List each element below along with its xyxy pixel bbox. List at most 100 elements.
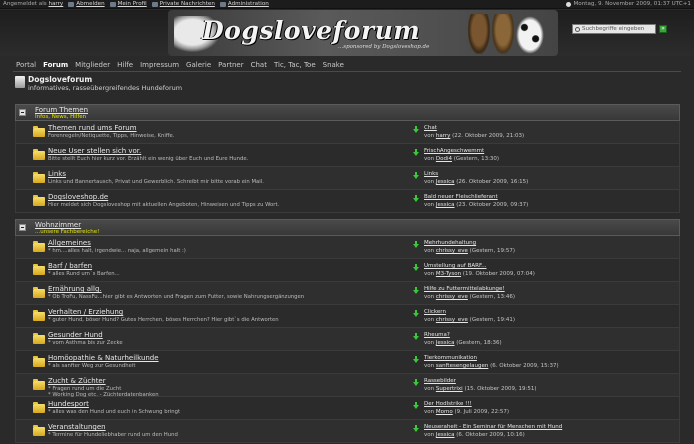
last-post-user-link[interactable]: chrissy_eve: [436, 294, 468, 300]
messages-link[interactable]: Private Nachrichten: [151, 1, 215, 7]
last-post-user-link[interactable]: harry: [436, 133, 451, 139]
nav-tab-tic-tac-toe[interactable]: Tic, Tac, Toe: [271, 59, 319, 71]
last-thread-link[interactable]: Tierkommunikation: [424, 355, 477, 361]
board-link[interactable]: Gesunder Hund: [48, 331, 103, 339]
last-post-date: (9. Juli 2009, 22:57): [452, 409, 509, 415]
admin-link[interactable]: Administration: [219, 1, 269, 7]
last-post-user-link[interactable]: Jessica: [436, 179, 455, 185]
last-thread-link[interactable]: Chat: [424, 125, 437, 131]
logged-in-prefix: Angemeldet als: [3, 1, 47, 7]
folder-icon: [33, 195, 45, 206]
username-link[interactable]: harry: [48, 1, 63, 7]
last-post-user-link[interactable]: sanftesengelaugen: [436, 363, 488, 369]
last-thread-link[interactable]: Rheuma?: [424, 332, 450, 338]
logout-link[interactable]: Abmelden: [68, 1, 105, 7]
last-post-user-link[interactable]: Jessica: [436, 340, 455, 346]
last-thread-link[interactable]: Neuseraheit - Ein Seminar für Menschen m…: [424, 424, 562, 430]
go-to-last-post-icon[interactable]: [413, 356, 419, 363]
last-post-date: (Gestern, 13:46): [467, 294, 516, 300]
by-label: von: [424, 317, 436, 323]
board-link[interactable]: Neue User stellen sich vor.: [48, 147, 141, 155]
forum-banner[interactable]: Dogsloveforum ...sponsored by Dogslovesh…: [168, 10, 558, 56]
last-post-user-link[interactable]: Dodi4: [436, 156, 452, 162]
board-link[interactable]: Ernährung allg.: [48, 285, 102, 293]
by-label: von: [424, 179, 436, 185]
collapse-icon[interactable]: [19, 224, 26, 231]
go-to-last-post-icon[interactable]: [413, 425, 419, 432]
last-thread-link[interactable]: Links: [424, 171, 438, 177]
last-thread-link[interactable]: Umstellung auf BARF...: [424, 263, 486, 269]
go-to-last-post-icon[interactable]: [413, 126, 419, 133]
board-row: Gesunder Hund * vom Asthma bis zur Zecke R…: [15, 328, 680, 351]
board-link[interactable]: Barf / barfen: [48, 262, 92, 270]
nav-tab-chat[interactable]: Chat: [248, 59, 270, 71]
last-thread-link[interactable]: Hilfe zu Futtermittelabkunge!: [424, 286, 505, 292]
category-description: Infos, News, Hilfen: [35, 114, 87, 120]
board-link[interactable]: Homöopathie & Naturheilkunde: [48, 354, 159, 362]
last-thread-link[interactable]: Mehrhundehaltung: [424, 240, 476, 246]
board-link[interactable]: Zucht & Züchter: [48, 377, 106, 385]
by-label: von: [424, 340, 436, 346]
last-post-user-link[interactable]: chrissy_eve: [436, 317, 468, 323]
board-link[interactable]: Veranstaltungen: [48, 423, 106, 431]
board-link[interactable]: Themen rund ums Forum: [48, 124, 137, 132]
nav-tab-forum[interactable]: Forum: [40, 59, 71, 71]
mail-icon: [151, 1, 158, 7]
profile-link[interactable]: Mein Profil: [109, 1, 147, 7]
last-post-info: von Momo (9. Juli 2009, 22:57): [424, 409, 509, 415]
last-thread-link[interactable]: Clickern: [424, 309, 446, 315]
by-label: von: [424, 133, 436, 139]
board-description: * guter Hund, böser Hund? Gutes Herrchen…: [48, 317, 279, 323]
go-to-last-post-icon[interactable]: [413, 149, 419, 156]
slogan: ...sponsored by Dogsloveshop.de: [338, 44, 430, 50]
board-link[interactable]: Allgemeines: [48, 239, 91, 247]
search-input[interactable]: Suchbegriffe eingeben: [572, 24, 656, 34]
board-description: * alles Rund um`s Barfen...: [48, 271, 120, 277]
board-row: Veranstaltungen * Termine für Hundeliebha…: [15, 420, 680, 443]
last-post-user-link[interactable]: Jessica: [436, 432, 455, 438]
go-to-last-post-icon[interactable]: [413, 333, 419, 340]
category-name[interactable]: Wohnzimmer: [35, 221, 81, 229]
search-submit-button[interactable]: »: [659, 25, 667, 33]
last-post-user-link[interactable]: chrissy_eve: [436, 248, 468, 254]
nav-tab-snake[interactable]: Snake: [320, 59, 347, 71]
go-to-last-post-icon[interactable]: [413, 172, 419, 179]
category-header: Forum Themen Infos, News, Hilfen: [15, 104, 680, 121]
last-thread-link[interactable]: Bald neuer Fleischlieferant: [424, 194, 498, 200]
go-to-last-post-icon[interactable]: [413, 241, 419, 248]
nav-tab-mitglieder[interactable]: Mitglieder: [72, 59, 113, 71]
nav-tab-partner[interactable]: Partner: [215, 59, 246, 71]
board-link[interactable]: Verhalten / Erziehung: [48, 308, 123, 316]
last-post-user-link[interactable]: Supertrixi: [436, 386, 463, 392]
last-post-user-link[interactable]: M3-Tyson: [436, 271, 461, 277]
last-thread-link[interactable]: FrischAngeschwemmt: [424, 148, 484, 154]
last-post-user-link[interactable]: Momo: [436, 409, 453, 415]
board-row: Homöopathie & Naturheilkunde * als sanfte…: [15, 351, 680, 374]
board-row: Barf / barfen * alles Rund um`s Barfen...…: [15, 259, 680, 282]
nav-tab-hilfe[interactable]: Hilfe: [114, 59, 136, 71]
by-label: von: [424, 248, 436, 254]
last-thread-link[interactable]: Rassebilder: [424, 378, 456, 384]
last-post-date: (Gestern, 19:41): [467, 317, 516, 323]
go-to-last-post-icon[interactable]: [413, 402, 419, 409]
search-icon: [575, 27, 580, 32]
go-to-last-post-icon[interactable]: [413, 310, 419, 317]
collapse-icon[interactable]: [19, 109, 26, 116]
nav-tab-galerie[interactable]: Galerie: [183, 59, 214, 71]
last-post-date: (22. Oktober 2009, 21:03): [450, 133, 525, 139]
last-thread-link[interactable]: Der Hodlstrike !!!: [424, 401, 472, 407]
board-row: Zucht & Züchter * Fragen rund um die Zuch…: [15, 374, 680, 398]
go-to-last-post-icon[interactable]: [413, 264, 419, 271]
board-link[interactable]: Links: [48, 170, 66, 178]
go-to-last-post-icon[interactable]: [413, 379, 419, 386]
go-to-last-post-icon[interactable]: [413, 195, 419, 202]
board-link[interactable]: Dogsloveshop.de: [48, 193, 108, 201]
folder-icon: [33, 241, 45, 252]
nav-tab-impressum[interactable]: Impressum: [137, 59, 182, 71]
forum-name: Dogsloveforum: [28, 75, 93, 84]
board-link[interactable]: Hundesport: [48, 400, 89, 408]
nav-tab-portal[interactable]: Portal: [13, 59, 39, 71]
go-to-last-post-icon[interactable]: [413, 287, 419, 294]
category-name[interactable]: Forum Themen: [35, 106, 88, 114]
last-post-user-link[interactable]: Jessica: [436, 202, 455, 208]
